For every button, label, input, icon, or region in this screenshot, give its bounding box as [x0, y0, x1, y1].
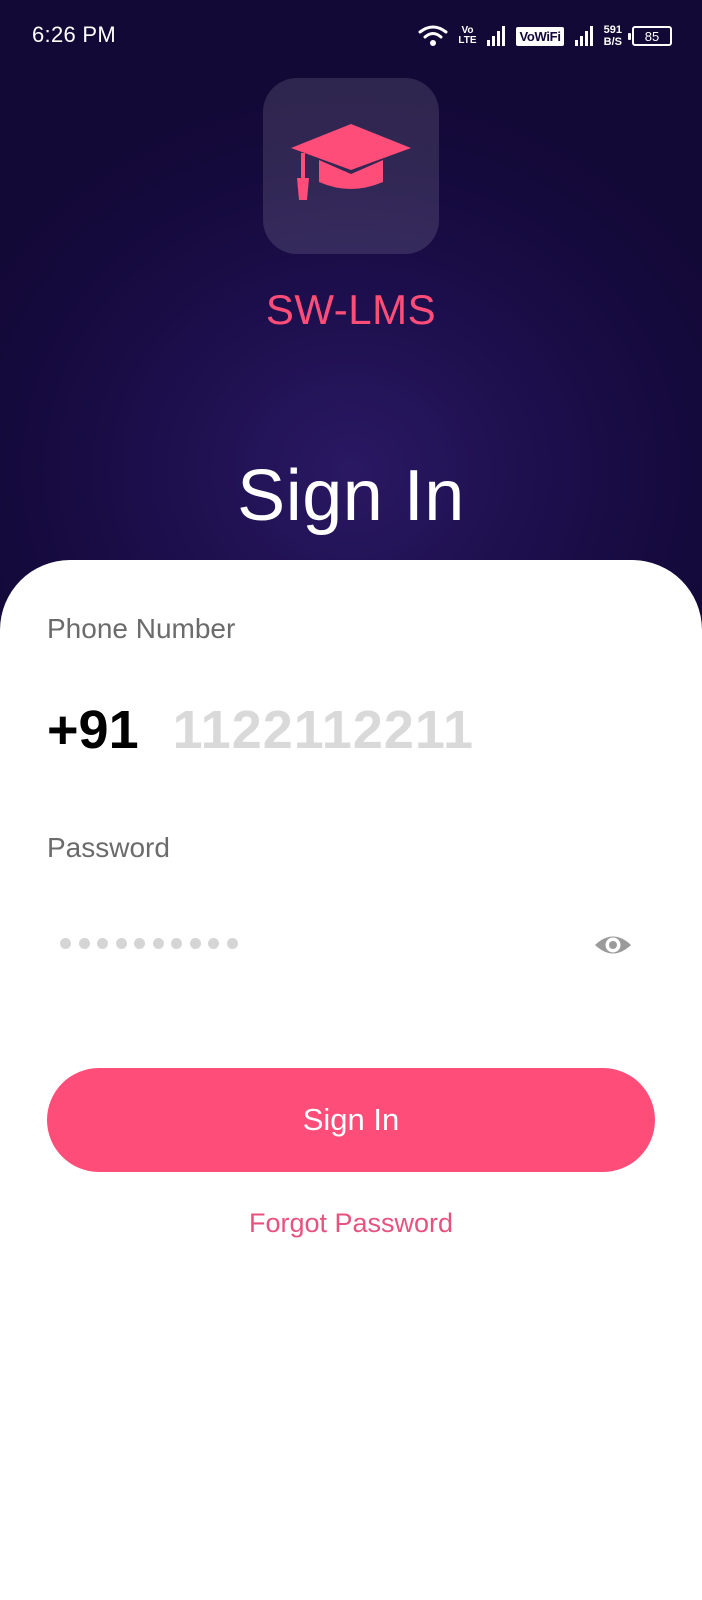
page-title: Sign In	[237, 456, 465, 536]
password-dot	[226, 938, 238, 949]
password-dot	[60, 938, 71, 949]
password-dot	[171, 938, 182, 949]
password-field[interactable]	[60, 920, 645, 970]
graduation-cap-icon	[291, 124, 411, 200]
eye-icon[interactable]	[593, 930, 633, 960]
volte-indicator: Vo LTE	[456, 26, 478, 46]
sign-in-screen: 6:26 PM Vo LTE VoWiFi 591 B/S 85 SW-LMS …	[0, 0, 702, 1600]
status-time: 6:26 PM	[32, 22, 117, 47]
app-logo	[263, 78, 439, 254]
password-dot	[115, 938, 127, 949]
signal-icon	[487, 26, 506, 46]
password-dot	[189, 938, 201, 949]
forgot-password-link[interactable]: Forgot Password	[0, 1208, 702, 1239]
password-label: Password	[47, 832, 170, 863]
app-name: SW-LMS	[265, 286, 437, 333]
password-dot	[97, 938, 108, 949]
vowifi-badge: VoWiFi	[516, 26, 564, 46]
volte-bottom: LTE	[458, 35, 477, 46]
network-speed-value: 591	[603, 24, 622, 36]
phone-field: +91	[47, 699, 657, 761]
password-dot	[208, 938, 219, 949]
status-icons: Vo LTE VoWiFi 591 B/S 85	[418, 18, 672, 54]
sign-in-button[interactable]: Sign In	[47, 1068, 655, 1172]
password-dot	[152, 938, 164, 949]
network-speed-unit: B/S	[603, 36, 622, 48]
phone-label: Phone Number	[47, 613, 236, 644]
country-code[interactable]: +91	[47, 699, 139, 761]
phone-input[interactable]	[172, 699, 593, 761]
wifi-icon	[418, 25, 448, 46]
password-dot	[134, 938, 145, 949]
password-dot	[78, 938, 90, 949]
status-bar: 6:26 PM Vo LTE VoWiFi 591 B/S 85	[0, 0, 702, 72]
signal-icon	[574, 26, 593, 46]
network-speed: 591 B/S	[604, 24, 622, 48]
battery-icon: 85	[628, 26, 672, 46]
password-input[interactable]	[60, 938, 245, 949]
